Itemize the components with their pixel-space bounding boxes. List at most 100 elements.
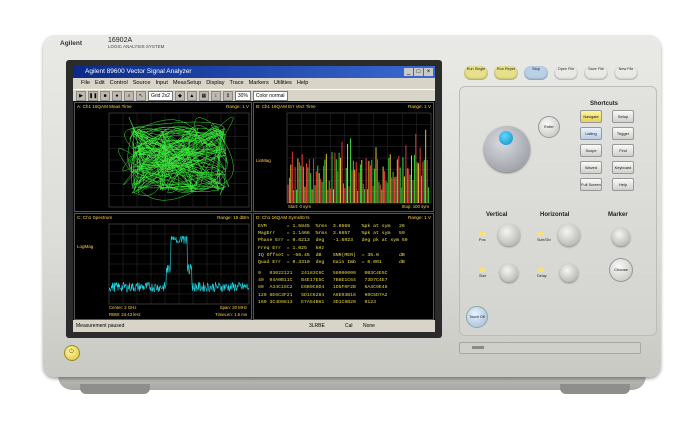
symbol-hex-table: 0 03022121 24183C6C 58000000 0B3C4E5C 40… [258, 271, 388, 305]
drive-eject-slot [472, 346, 484, 349]
new-file-button[interactable]: New File [614, 66, 638, 80]
pane-b-stop: Stop: 100 sym [401, 204, 429, 209]
save-file-button[interactable]: Save File [584, 66, 608, 80]
close-button[interactable]: × [424, 68, 433, 76]
constellation-trace [118, 116, 234, 201]
pause-icon[interactable]: ❚❚ [88, 90, 98, 101]
pane-c-rbw: RBW: 24.43 kHz [109, 312, 141, 317]
horizontal-delay-knob[interactable] [560, 264, 578, 282]
pane-b-error-vector[interactable]: B: Ch1 16QAM Err Vect Time Range: 1 V Lin… [253, 102, 434, 212]
menu-bar: File Edit Control Source Input MeasSetup… [73, 78, 435, 89]
marker-heading: Marker [608, 212, 628, 218]
waved-key[interactable]: Waved [580, 161, 602, 174]
vertical-size-led [479, 268, 486, 272]
horizontal-delay-label: Delay [537, 274, 547, 278]
menu-input[interactable]: Input [155, 78, 167, 89]
run-repetitive-button[interactable]: Run Repet [494, 66, 518, 80]
status-bar: Measurement paused 3LRBE Cal None [73, 320, 435, 332]
menu-source[interactable]: Source [133, 78, 151, 89]
trigger-key[interactable]: Trigger [612, 127, 634, 140]
keyboard-key[interactable]: Keyboard [612, 161, 634, 174]
shortcuts-heading: Shortcuts [590, 101, 619, 107]
touch-off-button[interactable]: Touch Off [466, 306, 488, 328]
menu-file[interactable]: File [81, 78, 90, 89]
layout-select[interactable]: Grid 2x2 [148, 90, 173, 101]
scale-icon[interactable]: ↕ [210, 90, 221, 101]
model-number: 16902A [108, 37, 133, 44]
menu-control[interactable]: Control [110, 78, 128, 89]
pane-d-range: Range: 1 V [408, 215, 431, 220]
horizontal-scale-knob[interactable] [558, 224, 580, 246]
horizontal-size-led [537, 232, 544, 236]
vertical-size-knob[interactable] [500, 264, 518, 282]
vertical-pos-label: Pos [479, 238, 486, 242]
menu-trace[interactable]: Trace [230, 78, 244, 89]
autoscale-icon[interactable]: ⇕ [222, 90, 233, 101]
right-foot [560, 384, 630, 394]
vertical-position-knob[interactable] [498, 224, 520, 246]
horizontal-heading: Horizontal [540, 212, 570, 218]
color-mode-select[interactable]: Color normal [252, 90, 288, 101]
grid-icon[interactable]: ▦ [198, 90, 209, 101]
status-message: Measurement paused [76, 323, 125, 329]
status-mid: 3LRBE [309, 323, 325, 329]
pane-a-constellation[interactable]: A: Ch1 16QAM Meas Time Range: 1 V [74, 102, 252, 212]
find-key[interactable]: Find [612, 144, 634, 157]
setup-key[interactable]: Setup [612, 110, 634, 123]
status-cal: Cal [345, 323, 353, 329]
menu-utilities[interactable]: Utilities [274, 78, 292, 89]
pane-d-title: D: Ch1 16QAM Syms/Errs [256, 215, 310, 220]
window-titlebar[interactable]: Agilent 89600 Vector Signal Analyzer _ □… [73, 66, 435, 78]
pane-b-start: Start: 0 sym [288, 204, 311, 209]
help-key[interactable]: Help [612, 178, 634, 191]
navigate-key[interactable]: Navigate [580, 110, 602, 123]
listing-key[interactable]: Listing [580, 127, 602, 140]
maximize-button[interactable]: □ [414, 68, 423, 76]
vertical-heading: Vertical [486, 212, 508, 218]
stop-button[interactable]: Stop [524, 66, 548, 80]
pane-c-span: Span: 20 MHz [219, 305, 247, 310]
scope-key[interactable]: Scope [580, 144, 602, 157]
vertical-pos-led [479, 232, 486, 236]
pane-c-timelen: TimeLen: 1.5 ms [215, 312, 247, 317]
window-title: Agilent 89600 Vector Signal Analyzer [85, 68, 192, 75]
horizontal-size-label: Size/Div [537, 238, 551, 242]
pane-d-symbol-table[interactable]: D: Ch1 16QAM Syms/Errs Range: 1 V EVM = 1… [253, 213, 434, 320]
brand-logo: Agilent [60, 40, 82, 47]
run-single-button[interactable]: Run Single [464, 66, 488, 80]
error-vector-plot [286, 112, 432, 204]
disk-drive-slot[interactable] [459, 342, 641, 354]
error-summary-table: EVM = 1.5845 %rms 3.8568 %pk at sym 26 M… [258, 224, 408, 266]
marker-knob[interactable] [612, 228, 630, 246]
minimize-button[interactable]: _ [404, 68, 413, 76]
toolbar: ▶ ❚❚ ■ ● ⌕ ↖ Grid 2x2 ◆ ▲ ▦ ↕ ⇕ 30% Colo… [73, 89, 435, 101]
pane-c-spectrum[interactable]: C: Ch1 Spectrum Range: 15 dBm LogMag Cent… [74, 213, 252, 320]
marker-position-field[interactable]: 30% [234, 90, 251, 101]
status-none: None [363, 323, 375, 329]
lcd-screen[interactable]: Agilent 89600 Vector Signal Analyzer _ □… [73, 66, 435, 332]
model-subtitle: LOGIC ANALYSIS SYSTEM [108, 44, 165, 49]
left-foot [80, 384, 150, 394]
play-icon[interactable]: ▶ [76, 90, 86, 101]
enter-button[interactable]: Enter [538, 116, 560, 138]
record-icon[interactable]: ● [112, 90, 122, 101]
open-file-button[interactable]: Open File [554, 66, 578, 80]
menu-help[interactable]: Help [297, 78, 309, 89]
stop-icon[interactable]: ■ [100, 90, 110, 101]
arrow-icon[interactable]: ↖ [136, 90, 146, 101]
constellation-plot [108, 112, 250, 208]
horizontal-delay-led [537, 268, 544, 272]
marker-icon[interactable]: ◆ [174, 90, 185, 101]
menu-markers[interactable]: Markers [249, 78, 269, 89]
model-label: 16902A LOGIC ANALYSIS SYSTEM [108, 37, 164, 49]
peak-icon[interactable]: ▲ [186, 90, 197, 101]
menu-display[interactable]: Display [206, 78, 224, 89]
pane-c-center: Center: 2 GHz [109, 305, 137, 310]
menu-meassetup[interactable]: MeasSetup [173, 78, 201, 89]
knob-indicator [499, 131, 513, 145]
full-screen-key[interactable]: Full Screen [580, 178, 602, 191]
vertical-size-label: Size [479, 274, 487, 278]
zoom-icon[interactable]: ⌕ [124, 90, 134, 101]
menu-edit[interactable]: Edit [95, 78, 105, 89]
choose-button[interactable]: Choose [609, 258, 633, 282]
